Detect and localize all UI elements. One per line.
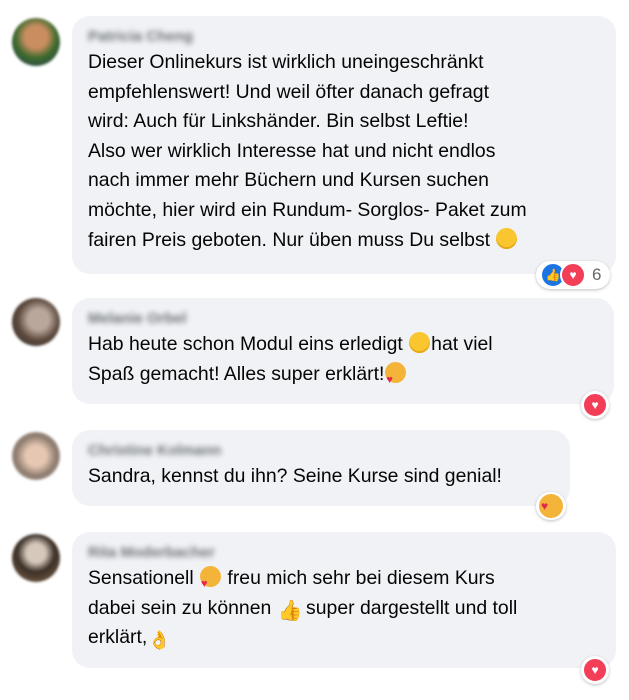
comment-author[interactable]: Rita Moderbacher — [88, 544, 600, 562]
comment-text: Sandra, kennst du ihn? Seine Kurse sind … — [88, 465, 502, 487]
avatar[interactable] — [12, 432, 60, 480]
comment-text-part: erklärt, — [88, 626, 148, 649]
reaction-summary[interactable]: ♥ — [581, 656, 609, 684]
reaction-count: 6 — [592, 265, 602, 284]
comment-bubble: Patricia Cheng Dieser Onlinekurs ist wir… — [72, 16, 616, 274]
comment-text-body: Dieser Onlinekurs ist wirklich uneingesc… — [88, 51, 527, 251]
comment-text-part: freu mich sehr bei diesem Kurs — [222, 567, 495, 589]
love-reaction-icon: ♥ — [582, 657, 608, 683]
comment-text-part: Spaß gemacht! Alles super erklärt! — [88, 362, 385, 385]
comment-text-part: dabei sein zu können — [88, 596, 277, 619]
avatar[interactable] — [12, 18, 60, 66]
grinning-emoji — [496, 227, 518, 249]
comment-text: Dieser Onlinekurs ist wirklich uneingesc… — [88, 48, 600, 255]
comment-text: Sensationell freu mich sehr bei diesem K… — [88, 564, 600, 653]
comment-text-part: super dargestellt und toll — [300, 596, 518, 619]
smiling-face-with-hearts-emoji — [200, 566, 222, 600]
smiling-face-with-hearts-emoji — [385, 361, 407, 395]
comment-bubble: Rita Moderbacher Sensationell freu mich … — [72, 532, 616, 668]
comment-bubble: Melanie Orbel Hab heute schon Modul eins… — [72, 298, 614, 404]
comment-text-part: hat viel — [431, 333, 493, 355]
ok-hand-emoji: 👌 — [148, 630, 171, 651]
thumbs-up-emoji: 👍 — [277, 599, 303, 622]
reaction-summary[interactable]: ♥ — [581, 391, 609, 419]
avatar[interactable] — [12, 534, 60, 582]
love-reaction-icon: ♥ — [582, 392, 608, 418]
comment-author[interactable]: Melanie Orbel — [88, 310, 598, 328]
comment-text-part: Hab heute schon Modul eins erledigt — [88, 333, 409, 355]
care-reaction-icon — [539, 494, 563, 518]
grinning-emoji — [409, 332, 431, 353]
comment-author[interactable]: Patricia Cheng — [88, 28, 600, 46]
reaction-summary[interactable]: 👍 ♥ 6 — [536, 261, 611, 289]
love-reaction-icon: ♥ — [560, 262, 586, 288]
avatar[interactable] — [12, 298, 60, 346]
reaction-summary[interactable] — [536, 492, 566, 520]
comment-text-part: Sensationell — [88, 567, 200, 589]
comment-author[interactable]: Christine Kolmann — [88, 442, 554, 460]
comment-bubble: Christine Kolmann Sandra, kennst du ihn?… — [72, 430, 570, 506]
comment-text: Hab heute schon Modul eins erledigt hat … — [88, 330, 598, 395]
